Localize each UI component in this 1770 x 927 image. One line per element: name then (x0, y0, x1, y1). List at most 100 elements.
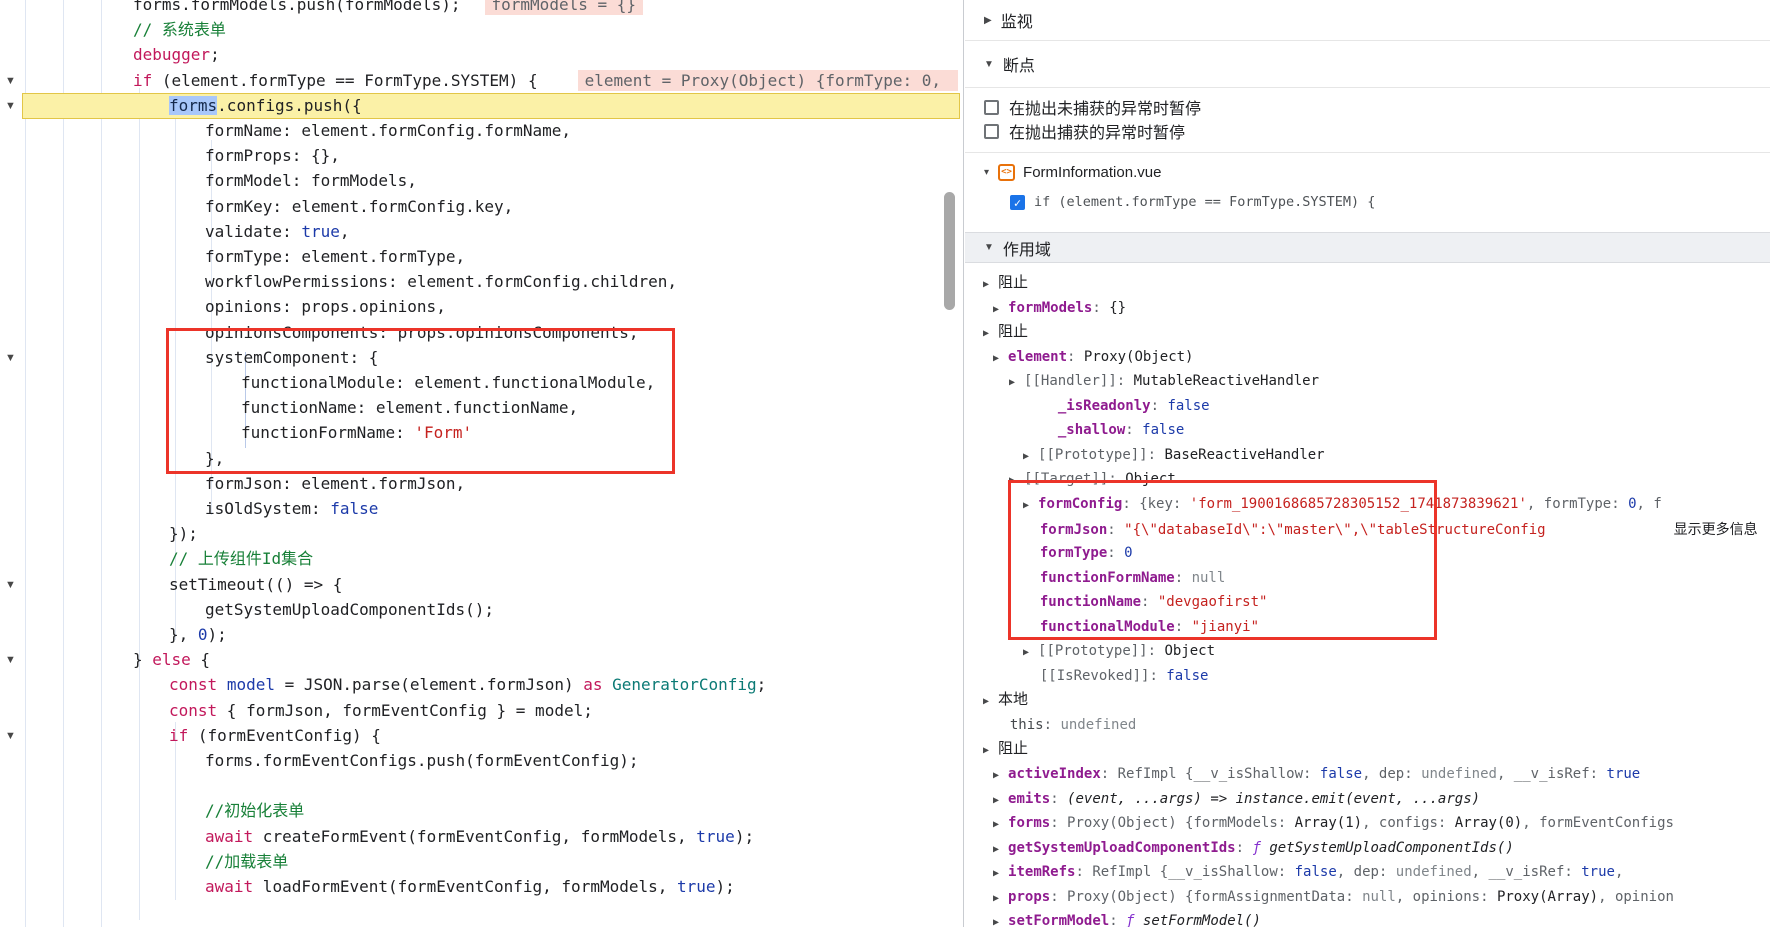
breakpoint-file-group[interactable]: ▾ <> FormInformation.vue (965, 160, 1161, 184)
property-value: RefImpl { (1118, 766, 1194, 782)
property-value: Proxy(Object) {formModels: (1067, 815, 1295, 831)
expand-arrow-icon[interactable]: ▶ (983, 273, 989, 295)
breakpoints-section-header[interactable]: ▼ 断点 (965, 41, 1770, 88)
property-value: ƒ (1126, 913, 1143, 927)
property-name: element (1008, 349, 1067, 365)
expand-arrow-icon[interactable]: ▶ (1023, 445, 1029, 467)
scope-property-row[interactable]: ▶emits: (event, ...args) => instance.emi… (965, 787, 1770, 811)
code-line: debugger; (133, 42, 220, 68)
code-line: forms.formModels.push(formModels);formMo… (133, 0, 643, 18)
colon-separator: : (1050, 889, 1067, 905)
code-token: ); (716, 877, 735, 896)
code-token: setTimeout(() => { (169, 575, 342, 594)
collapsed-arrow-icon[interactable]: ▶ (984, 15, 992, 26)
scope-property-row[interactable]: ▶itemRefs: RefImpl {__v_isShallow: false… (965, 860, 1770, 884)
colon-separator: : (1050, 791, 1067, 807)
pause-on-uncaught-exceptions-row[interactable]: 在抛出未捕获的异常时暂停 (984, 95, 1201, 119)
expand-arrow-icon[interactable]: ▶ (993, 813, 999, 835)
expanded-arrow-icon[interactable]: ▼ (984, 59, 994, 70)
code-line: formProps: {}, (205, 143, 340, 169)
expand-arrow-icon[interactable]: ▶ (983, 690, 989, 712)
property-value: undefined (1396, 864, 1472, 880)
code-line: // 系统表单 (133, 17, 226, 43)
breakpoint-entry[interactable]: ✓ if (element.formType == FormType.SYSTE… (1010, 190, 1375, 214)
scope-property-row[interactable]: [[IsRevoked]]: false (965, 664, 1770, 688)
scope-group-label: 阻止 (998, 740, 1028, 757)
code-line: forms.configs.push({ (169, 93, 362, 119)
checkbox-unchecked-icon[interactable] (984, 124, 999, 139)
checkbox-checked-icon[interactable]: ✓ (1010, 195, 1025, 210)
indent-guide (101, 0, 102, 927)
property-value: , (1615, 864, 1632, 880)
code-line: setTimeout(() => { (169, 572, 342, 598)
code-token: formModel: formModels, (205, 171, 417, 190)
scope-group-row[interactable]: ▶阻止 (965, 271, 1770, 295)
scope-property-row[interactable]: ▶[[Handler]]: MutableReactiveHandler (965, 369, 1770, 393)
pause-on-caught-exceptions-row[interactable]: 在抛出捕获的异常时暂停 (984, 119, 1185, 143)
expand-arrow-icon[interactable]: ▶ (983, 322, 989, 344)
code-token: else (152, 650, 191, 669)
scope-section-header[interactable]: ▼ 作用域 (965, 232, 1770, 263)
property-value: MutableReactiveHandler (1134, 373, 1319, 389)
code-line: await createFormEvent(formEventConfig, f… (205, 824, 754, 850)
divider (965, 152, 1770, 153)
code-token: formJson: element.formJson, (205, 474, 465, 493)
expand-arrow-icon[interactable]: ▶ (993, 911, 999, 927)
code-token: ; (210, 45, 220, 64)
scope-group-row[interactable]: ▶ 本地 (965, 688, 1770, 712)
scope-property-row[interactable]: ▶setFormModel: ƒ setFormModel() (965, 909, 1770, 927)
property-name: [[IsRevoked]] (1040, 668, 1150, 684)
scope-group-label: 本地 (998, 691, 1028, 708)
watch-section-header[interactable]: ▶ 监视 (965, 0, 1770, 41)
code-token: //加载表单 (205, 852, 288, 871)
expand-arrow-icon[interactable]: ▶ (993, 298, 999, 320)
property-value: (event, ...args) => instance.emit(event,… (1067, 791, 1480, 807)
property-value: , dep: (1337, 864, 1396, 880)
code-token: .configs.push({ (217, 96, 362, 115)
scope-property-row[interactable]: _shallow: false (965, 418, 1770, 442)
scope-property-row[interactable]: ▶activeIndex: RefImpl {__v_isShallow: fa… (965, 762, 1770, 786)
expand-arrow-icon[interactable]: ▶ (1009, 371, 1015, 393)
code-token: if (169, 726, 188, 745)
expand-arrow-icon[interactable]: ▶ (983, 739, 989, 761)
checkbox-unchecked-icon[interactable] (984, 100, 999, 115)
scope-property-row[interactable]: ▶[[Prototype]]: BaseReactiveHandler (965, 443, 1770, 467)
code-fold-arrow-icon[interactable]: ▼ (5, 100, 19, 112)
code-fold-arrow-icon[interactable]: ▼ (5, 75, 19, 87)
code-token: }); (169, 524, 198, 543)
paused-execution-line-highlight (22, 93, 960, 119)
code-fold-arrow-icon[interactable]: ▼ (5, 579, 19, 591)
scope-property-row[interactable]: this: undefined (965, 713, 1770, 737)
colon-separator: : (1151, 398, 1168, 414)
indent-spacer (1023, 668, 1040, 684)
expanded-arrow-icon[interactable]: ▾ (984, 167, 989, 178)
indent-guide (139, 88, 140, 920)
scope-group-row[interactable]: ▶ 阻止 (965, 737, 1770, 761)
code-token: as (583, 675, 602, 694)
scope-property-row[interactable]: ▶element: Proxy(Object) (965, 345, 1770, 369)
scope-property-row[interactable]: ▶getSystemUploadComponentIds: ƒ getSyste… (965, 836, 1770, 860)
expand-arrow-icon[interactable]: ▶ (993, 887, 999, 909)
code-token: getSystemUploadComponentIds(); (205, 600, 494, 619)
code-fold-arrow-icon[interactable]: ▼ (5, 654, 19, 666)
expand-arrow-icon[interactable]: ▶ (993, 862, 999, 884)
expand-arrow-icon[interactable]: ▶ (993, 789, 999, 811)
expand-arrow-icon[interactable]: ▶ (993, 764, 999, 786)
code-fold-arrow-icon[interactable]: ▼ (5, 730, 19, 742)
expanded-arrow-icon[interactable]: ▼ (984, 242, 994, 253)
scope-property-row[interactable]: ▶formModels: {} (965, 296, 1770, 320)
code-line: formKey: element.formConfig.key, (205, 194, 513, 220)
colon-separator: : (1148, 447, 1165, 463)
code-fold-arrow-icon[interactable]: ▼ (5, 352, 19, 364)
code-token: ); (735, 827, 754, 846)
expand-arrow-icon[interactable]: ▶ (1023, 641, 1029, 663)
scope-group-row[interactable]: ▶阻止 (965, 320, 1770, 344)
expand-arrow-icon[interactable]: ▶ (993, 838, 999, 860)
indent-guide (63, 0, 64, 927)
editor-vertical-scrollbar-thumb[interactable] (944, 192, 955, 310)
scope-property-row[interactable]: ▶[[Prototype]]: Object (965, 639, 1770, 663)
scope-property-row[interactable]: ▶props: Proxy(Object) {formAssignmentDat… (965, 885, 1770, 909)
scope-property-row[interactable]: ▶forms: Proxy(Object) {formModels: Array… (965, 811, 1770, 835)
scope-property-row[interactable]: _isReadonly: false (965, 394, 1770, 418)
expand-arrow-icon[interactable]: ▶ (993, 347, 999, 369)
